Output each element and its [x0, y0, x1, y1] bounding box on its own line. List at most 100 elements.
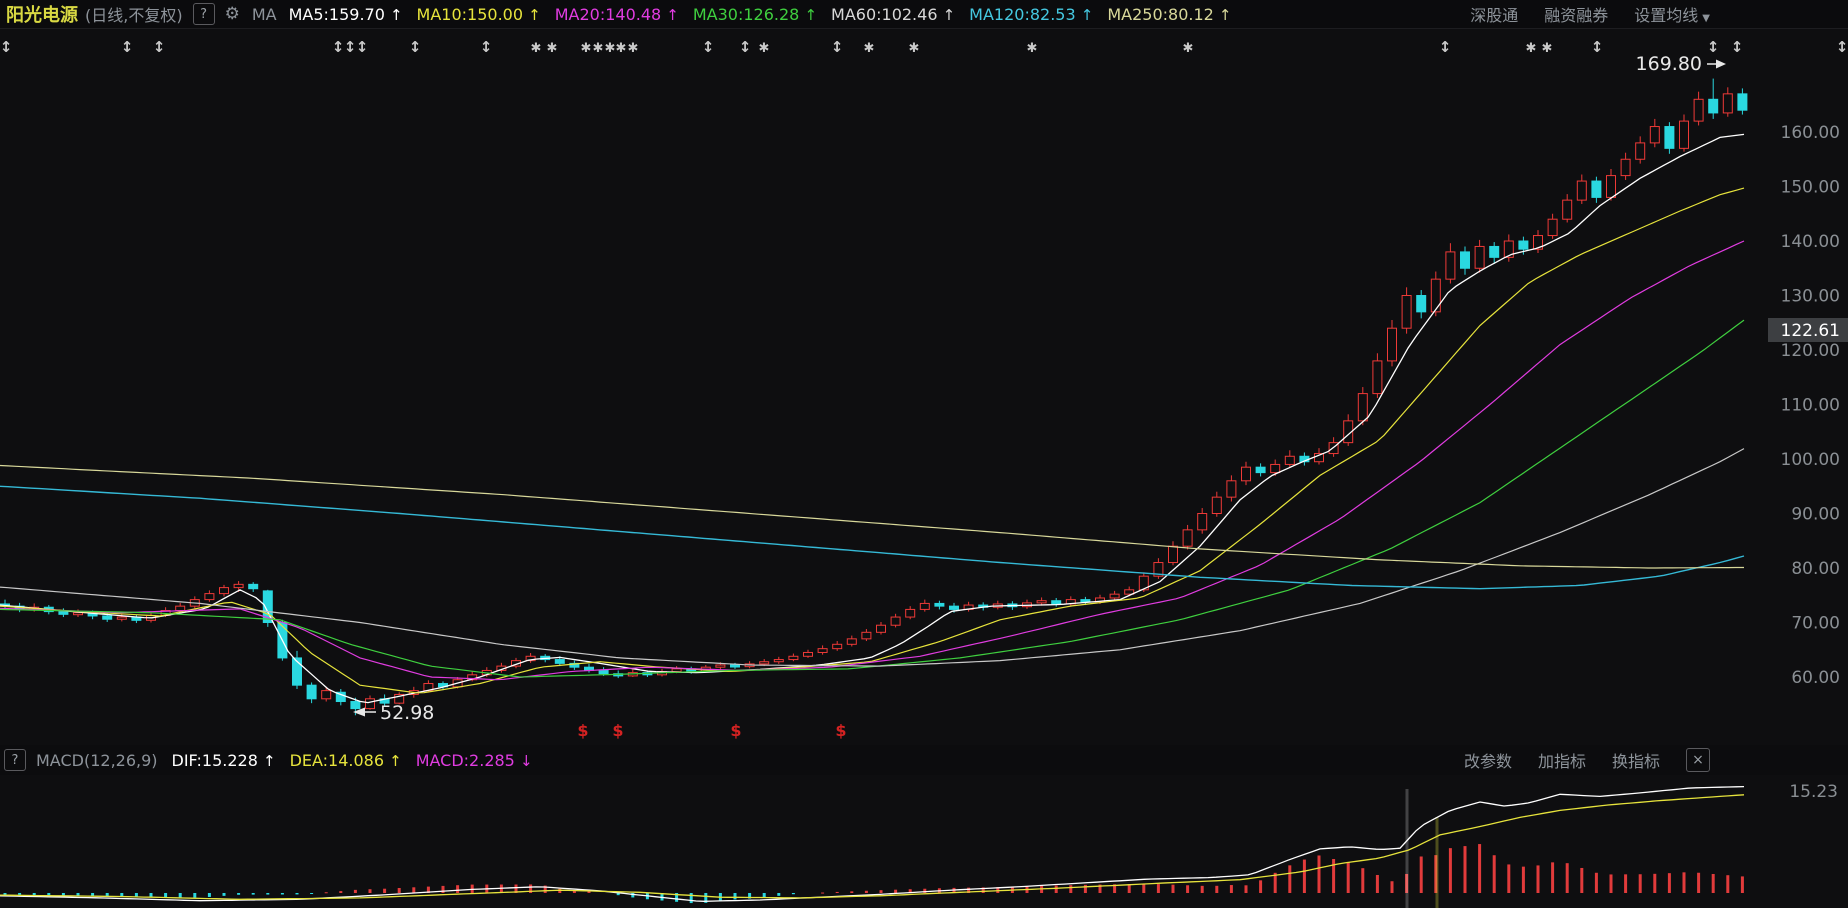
macd-bar [47, 893, 51, 896]
event-marker-icon[interactable]: ✱ [616, 41, 627, 56]
candle-down [58, 611, 69, 615]
macd-link-1[interactable]: 加指标 [1538, 748, 1586, 772]
candle-down [949, 605, 959, 610]
candle-up [116, 616, 127, 620]
candle-up [905, 608, 916, 618]
toolbar-link-2[interactable]: 设置均线 ▼ [1634, 2, 1710, 26]
macd-bar [1200, 885, 1204, 893]
macd-bar [1259, 880, 1263, 893]
event-marker-icon[interactable]: ↕ [702, 38, 715, 56]
event-marker-icon[interactable]: ✱ [605, 41, 616, 56]
toolbar-link-0[interactable]: 深股通 [1470, 2, 1518, 26]
candle-up [1445, 251, 1456, 280]
macd-bar [733, 893, 737, 900]
gear-icon[interactable]: ⚙ [225, 4, 240, 24]
dividend-marker-icon[interactable]: $ [577, 721, 588, 740]
candle-down [1080, 599, 1091, 603]
event-marker-icon[interactable]: ↕ [153, 38, 166, 56]
indicator-help-icon[interactable]: ? [4, 749, 26, 771]
event-marker-icon[interactable]: ✱ [628, 41, 639, 56]
event-marker-icon[interactable]: ✱ [531, 41, 542, 56]
trend-arrow-icon: ↑ [528, 5, 541, 24]
period-label: (日线,不复权) [85, 6, 183, 25]
event-marker-icon[interactable]: ↕ [1439, 38, 1452, 56]
last-price-label: 122.61 [1781, 321, 1840, 341]
event-marker-icon[interactable]: ↕ [1836, 38, 1848, 56]
macd-bar [1463, 846, 1467, 893]
candle-up [715, 664, 726, 668]
macd-bar [1492, 855, 1496, 893]
ma-readout-6: MA250:80.12 ↑ [1107, 4, 1232, 24]
event-marker-icon[interactable]: ↕ [1707, 38, 1720, 56]
event-marker-icon[interactable]: ✱ [581, 41, 592, 56]
macd-line-dif [0, 785, 1745, 902]
trend-arrow-icon: ↑ [389, 751, 402, 770]
macd-bar [1507, 864, 1511, 893]
candle-down [554, 659, 565, 664]
ma-readout-1: MA10:150.00 ↑ [416, 4, 541, 24]
candle-up [204, 593, 215, 601]
dividend-marker-icon[interactable]: $ [835, 721, 846, 740]
candle-up [1693, 98, 1704, 122]
event-marker-icon[interactable]: ↕ [1731, 38, 1744, 56]
trend-arrow-icon: ↑ [1218, 5, 1232, 24]
candle-up [1387, 327, 1397, 362]
candle-down [248, 583, 259, 590]
macd-bar [1536, 865, 1540, 893]
event-marker-icon[interactable]: ↕ [409, 38, 422, 56]
candle-down [1591, 180, 1602, 198]
close-icon[interactable]: × [1686, 748, 1710, 772]
toolbar-link-1[interactable]: 融资融券 [1544, 2, 1608, 26]
event-marker-icon[interactable]: ✱ [909, 41, 920, 56]
event-marker-icon[interactable]: ✱ [1183, 41, 1194, 56]
macd-bar [1244, 885, 1248, 893]
candle-up [832, 643, 843, 650]
macd-header: ? MACD(12,26,9) DIF:15.228 ↑ DEA:14.086 ↑… [0, 745, 1848, 775]
macd-link-0[interactable]: 改参数 [1464, 748, 1512, 772]
macd-bar [164, 893, 168, 898]
event-marker-icon[interactable]: ↕ [480, 38, 493, 56]
event-marker-icon[interactable]: ↕ [739, 38, 752, 56]
event-marker-icon[interactable]: ✱ [1526, 41, 1537, 56]
macd-bar [1448, 848, 1452, 893]
event-marker-icon[interactable]: ✱ [1542, 41, 1553, 56]
event-marker-icon[interactable]: ↕ [1591, 38, 1604, 56]
event-marker-icon[interactable]: ✱ [759, 41, 770, 56]
macd-bar [1288, 865, 1292, 893]
macd-bar [1478, 844, 1482, 893]
candle-up [1635, 142, 1646, 160]
trend-arrow-icon: ↑ [1080, 5, 1094, 24]
dividend-marker-icon[interactable]: $ [730, 721, 741, 740]
ma-label: MA [251, 4, 277, 24]
event-marker-icon[interactable]: ↕ [0, 38, 12, 56]
candle-down [598, 669, 609, 675]
event-marker-row: ↕ ↕ ↕ ↕ ↕ ↕ ↕ ↕ ✱ ✱ ✱ ✱ ✱ ✱ ✱ ↕ ↕ ✱ ↕ ✱ ✱ ✱ ✱ ↕ ✱ ✱ ↕ ↕ ↕ ↕ [0, 38, 1848, 56]
candle-up [1270, 463, 1281, 474]
macd-bar [1186, 885, 1190, 893]
candle-up [817, 648, 828, 653]
price-axis-label: 110.00 [1781, 396, 1840, 416]
macd-bar [266, 893, 270, 895]
price-axis-label: 150.00 [1781, 178, 1840, 198]
macd-link-2[interactable]: 换指标 [1612, 748, 1660, 772]
macd-bar [383, 888, 387, 893]
dividend-marker-icon[interactable]: $ [612, 721, 623, 740]
event-marker-icon[interactable]: ↕ [121, 38, 134, 56]
event-marker-icon[interactable]: ↕ [332, 38, 345, 56]
event-marker-icon[interactable]: ✱ [864, 41, 875, 56]
event-marker-icon[interactable]: ↕ [344, 38, 357, 56]
event-marker-icon[interactable]: ↕ [831, 38, 844, 56]
macd-bar [324, 892, 328, 894]
macd-bar [835, 891, 839, 893]
indicator-name: MACD(12,26,9) [36, 750, 158, 770]
macd-bar [353, 889, 357, 893]
help-icon[interactable]: ? [192, 3, 215, 25]
event-marker-icon[interactable]: ✱ [1027, 41, 1038, 56]
event-marker-icon[interactable]: ↕ [356, 38, 369, 56]
event-marker-icon[interactable]: ✱ [593, 41, 604, 56]
macd-bar [1653, 873, 1657, 893]
candle-up [788, 655, 799, 661]
glare-streak [1405, 789, 1409, 908]
event-marker-icon[interactable]: ✱ [547, 41, 558, 56]
price-axis: 160.00 150.00 140.00 130.00 120.00 110.00 100.… [1768, 123, 1848, 688]
